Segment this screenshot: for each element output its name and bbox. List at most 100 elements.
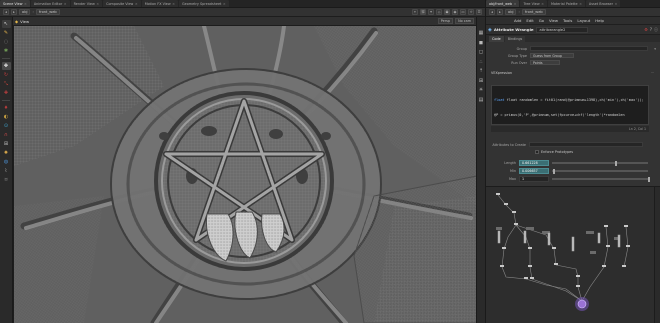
path-obj[interactable]: obj xyxy=(505,9,517,15)
points-icon[interactable]: ∴ xyxy=(478,58,485,66)
tab-scene-view[interactable]: Scene View × xyxy=(0,0,30,7)
vex-code-editor[interactable]: float float randomlen = fit01(rand(@prim… xyxy=(491,85,649,125)
move-tool-icon[interactable]: ✥ xyxy=(1,62,11,70)
background-icon[interactable]: ▤ xyxy=(478,96,485,104)
menu-layout[interactable]: Layout xyxy=(577,18,590,23)
close-icon[interactable]: × xyxy=(172,2,175,6)
magnet-tool-icon[interactable]: ∩ xyxy=(2,131,11,139)
back-arrow-icon[interactable]: ◂ xyxy=(3,9,9,15)
menu-add[interactable]: Add xyxy=(514,18,521,23)
help-icon[interactable]: ? xyxy=(650,27,652,32)
camera-tool-icon[interactable]: ⊙ xyxy=(2,122,11,130)
pin-tool-icon[interactable]: ⌑ xyxy=(2,176,11,184)
snap-icon[interactable]: ✦ xyxy=(428,9,434,15)
close-icon[interactable]: × xyxy=(541,2,544,6)
run-over-dropdown[interactable]: Points xyxy=(530,59,560,66)
view-tool-icon[interactable]: ◐ xyxy=(2,113,11,121)
grid-icon[interactable]: ⊞ xyxy=(478,77,485,85)
close-icon[interactable]: × xyxy=(64,2,67,6)
param-value-field[interactable]: 1 xyxy=(519,176,549,182)
param-value-field[interactable]: 0.006657 xyxy=(519,168,549,174)
camera-menu[interactable]: No cam xyxy=(455,18,474,24)
scene-viewport[interactable] xyxy=(13,26,476,323)
path-separator-icon: › xyxy=(32,10,34,14)
lasso-tool-icon[interactable]: ◌ xyxy=(2,38,11,46)
arrow-down-icon[interactable]: ▾ xyxy=(654,47,656,51)
camera-icon[interactable]: ▭ xyxy=(460,9,466,15)
slider-handle[interactable] xyxy=(648,176,650,182)
close-icon[interactable]: × xyxy=(615,2,618,6)
param-slider[interactable] xyxy=(552,160,648,166)
menu-go[interactable]: Go xyxy=(539,18,544,23)
menu-edit[interactable]: Edit xyxy=(526,18,533,23)
shaded-icon[interactable]: ◼ xyxy=(478,39,485,47)
tab-asset-browser[interactable]: Asset Browser × xyxy=(585,0,621,7)
path-obj[interactable]: obj xyxy=(19,9,31,15)
close-icon[interactable]: × xyxy=(579,2,582,6)
close-icon[interactable]: × xyxy=(96,2,99,6)
viewport-label[interactable]: View xyxy=(20,19,29,24)
handle-tool-icon[interactable]: ✚ xyxy=(2,89,11,97)
link-icon[interactable]: ⛓ xyxy=(420,9,426,15)
path-node[interactable]: front_web xyxy=(521,9,546,15)
tab-render-view[interactable]: Render View × xyxy=(70,0,103,7)
select-tool-icon[interactable]: ↖ xyxy=(1,20,11,28)
render-icon[interactable]: ◉ xyxy=(452,9,458,15)
snap-grid-icon[interactable]: ⊞ xyxy=(2,140,11,148)
pin-icon[interactable]: ⌖ xyxy=(412,9,418,15)
display-icon[interactable]: ▣ xyxy=(444,9,450,15)
lights-icon[interactable]: ☀ xyxy=(478,86,485,94)
gear-icon[interactable]: ⚙ xyxy=(644,27,648,32)
globe-tool-icon[interactable]: ◍ xyxy=(2,158,11,166)
options-icon[interactable]: ☰ xyxy=(476,9,482,15)
tab-code[interactable]: Code xyxy=(489,36,504,42)
forward-arrow-icon[interactable]: ▸ xyxy=(497,9,503,15)
sun-tool-icon[interactable]: ✹ xyxy=(2,149,11,157)
attributes-to-create-field[interactable] xyxy=(529,141,643,148)
light-icon[interactable]: ☼ xyxy=(468,9,474,15)
wireframe-icon[interactable]: ▦ xyxy=(478,29,485,37)
pose-tool-icon[interactable]: ♦ xyxy=(2,104,11,112)
close-icon[interactable]: × xyxy=(24,2,27,6)
slider-handle[interactable] xyxy=(615,160,618,166)
rotate-tool-icon[interactable]: ↻ xyxy=(2,71,11,79)
normals-icon[interactable]: ⇡ xyxy=(478,67,485,75)
param-slider[interactable] xyxy=(552,168,648,174)
select-mode-icon[interactable]: ◇ xyxy=(436,9,442,15)
ghost-icon[interactable]: ◻ xyxy=(478,48,485,56)
close-icon[interactable]: × xyxy=(135,2,138,6)
attributes-to-create-row: Attributes to Create xyxy=(491,141,651,148)
param-slider[interactable] xyxy=(552,176,650,182)
group-field[interactable] xyxy=(530,45,649,52)
info-icon[interactable]: ⓘ xyxy=(654,27,658,33)
network-editor[interactable] xyxy=(486,186,660,323)
code-options-icon[interactable]: ⋯ xyxy=(651,71,654,75)
paint-tool-icon[interactable]: ✱ xyxy=(2,47,11,55)
node-name-field[interactable]: attribwrangle2 xyxy=(535,26,588,33)
menu-view[interactable]: View xyxy=(549,18,558,23)
tab-animation-editor[interactable]: Animation Editor × xyxy=(30,0,70,7)
tab-composite-view[interactable]: Composite View × xyxy=(103,0,141,7)
persp-menu[interactable]: Persp xyxy=(437,18,454,24)
path-node[interactable]: front_web xyxy=(35,9,60,15)
tab-geometry-spreadsheet[interactable]: Geometry Spreadsheet × xyxy=(179,0,229,7)
tab-material-palette[interactable]: Material Palette × xyxy=(547,0,585,7)
tab-motion-fx-view[interactable]: Motion FX View × xyxy=(141,0,179,7)
menu-help[interactable]: Help xyxy=(595,18,604,23)
brush-tool-icon[interactable]: ✎ xyxy=(2,29,11,37)
close-icon[interactable]: × xyxy=(223,2,226,6)
tab-tree-view[interactable]: Tree View × xyxy=(520,0,547,7)
close-icon[interactable]: × xyxy=(514,2,517,6)
slider-handle[interactable] xyxy=(552,168,555,174)
scale-tool-icon[interactable]: ⤡ xyxy=(2,80,11,88)
forward-arrow-icon[interactable]: ▸ xyxy=(11,9,17,15)
tab-bindings[interactable]: Bindings xyxy=(504,36,526,42)
back-arrow-icon[interactable]: ◂ xyxy=(489,9,495,15)
view-icon: ◆ xyxy=(15,18,19,24)
menu-tools[interactable]: Tools xyxy=(563,18,572,23)
param-value-field[interactable]: 0.661228 xyxy=(519,160,549,166)
enforce-checkbox[interactable] xyxy=(535,149,539,154)
wire-tool-icon[interactable]: ⌇ xyxy=(2,167,11,175)
group-type-dropdown[interactable]: Guess from Group xyxy=(530,52,574,59)
tab-obj-front-web[interactable]: obj/front_web × xyxy=(486,0,520,7)
